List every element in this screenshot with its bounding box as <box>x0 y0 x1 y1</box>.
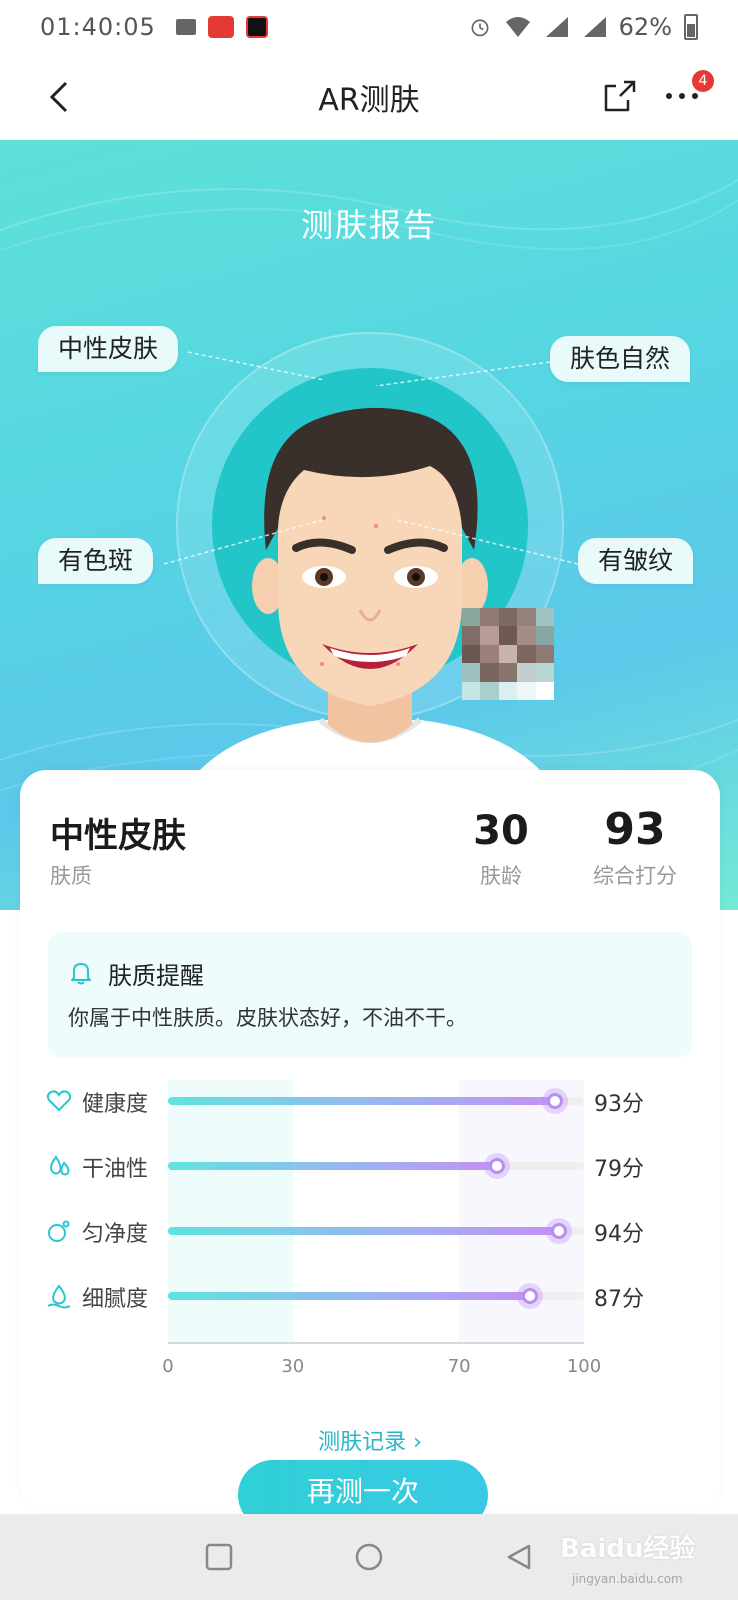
tag-skin-type: 中性皮肤 <box>38 326 179 372</box>
battery-icon <box>684 14 698 40</box>
triangle-back-icon[interactable] <box>504 1542 534 1572</box>
back-button[interactable] <box>34 72 84 122</box>
metric-label: 干油性 <box>82 1157 149 1182</box>
skin-type-value: 中性皮肤 <box>50 816 186 856</box>
circle-icon[interactable] <box>354 1542 384 1572</box>
metric-bar <box>168 1162 497 1170</box>
toutiao-app-icon <box>207 16 234 38</box>
wifi-icon <box>505 17 530 37</box>
chart-tick-label: 30 <box>281 1356 305 1377</box>
skin-reminder: 肤质提醒 你属于中性肤质。皮肤状态好，不油不干。 <box>48 932 692 1058</box>
metric-bar <box>168 1227 560 1235</box>
status-right: 62% <box>467 13 698 41</box>
chart-axis <box>168 1342 584 1344</box>
tag-wrinkles: 有皱纹 <box>578 538 694 584</box>
metric-label: 匀净度 <box>82 1222 149 1247</box>
battery-percent: 62% <box>618 13 672 41</box>
metric-knob <box>516 1283 543 1309</box>
reminder-text: 你属于中性肤质。皮肤状态好，不油不干。 <box>68 1006 467 1030</box>
metric-score: 79分 <box>594 1157 644 1182</box>
square-icon[interactable] <box>204 1542 234 1572</box>
result-card: 中性皮肤 肤质 30 肤龄 93 综合打分 肤质提醒 你属于中性肤质。皮肤状态好… <box>20 770 720 1530</box>
share-icon <box>604 80 636 112</box>
watermark: Baidu经验 <box>560 1534 696 1564</box>
metric-score: 87分 <box>594 1287 644 1312</box>
metric-label: 健康度 <box>82 1092 149 1117</box>
chevron-left-icon <box>49 81 68 113</box>
sparkle-face-icon <box>48 1220 70 1242</box>
chart-zone-low <box>168 1080 293 1342</box>
signal-icon <box>545 17 568 37</box>
metric-label: 细腻度 <box>82 1287 149 1312</box>
history-link[interactable]: 测肤记录 › <box>20 1424 720 1456</box>
notification-badge: 4 <box>692 70 714 92</box>
overall-score-value: 93 <box>604 804 666 855</box>
metric-bar <box>168 1292 530 1300</box>
chart-tick-label: 70 <box>447 1356 471 1377</box>
tag-spots: 有色斑 <box>38 538 154 584</box>
watermark-url: jingyan.baidu.com <box>572 1572 683 1586</box>
bell-icon <box>71 963 91 985</box>
skin-type-label: 肤质 <box>50 864 92 888</box>
droplet-icon <box>50 1155 70 1176</box>
metric-knob <box>546 1218 573 1244</box>
share-button[interactable] <box>598 74 642 118</box>
skin-age-value: 30 <box>473 808 529 854</box>
reminder-title: 肤质提醒 <box>108 962 204 990</box>
status-app-icons <box>175 16 268 38</box>
metric-bar <box>168 1097 555 1105</box>
skin-age-label: 肤龄 <box>480 864 522 888</box>
tag-skin-tone: 肤色自然 <box>550 336 691 382</box>
status-bar: 01:40:05 62% <box>0 0 738 54</box>
metric-score: 93分 <box>594 1092 644 1117</box>
more-icon <box>666 93 698 99</box>
heart-icon <box>46 1090 72 1112</box>
water-drop-icon <box>47 1284 71 1309</box>
alarm-icon <box>471 19 489 37</box>
video-app-icon <box>245 16 268 38</box>
skin-metrics-chart: 0 30 70 100 健康度 93分干油性 79分匀净度 94分细腻度 87分 <box>20 1080 720 1410</box>
metric-knob <box>483 1153 510 1179</box>
overall-score-label: 综合打分 <box>593 864 677 888</box>
metric-score: 94分 <box>594 1222 644 1247</box>
nav-bar: AR测肤 4 <box>0 54 738 140</box>
signal-icon <box>583 17 606 37</box>
mail-icon <box>175 19 196 35</box>
status-time: 01:40:05 <box>40 13 156 41</box>
page-title: AR测肤 <box>318 83 420 118</box>
metric-knob <box>541 1088 568 1114</box>
chart-tick-label: 100 <box>566 1356 602 1377</box>
chart-tick-label: 0 <box>162 1356 174 1377</box>
